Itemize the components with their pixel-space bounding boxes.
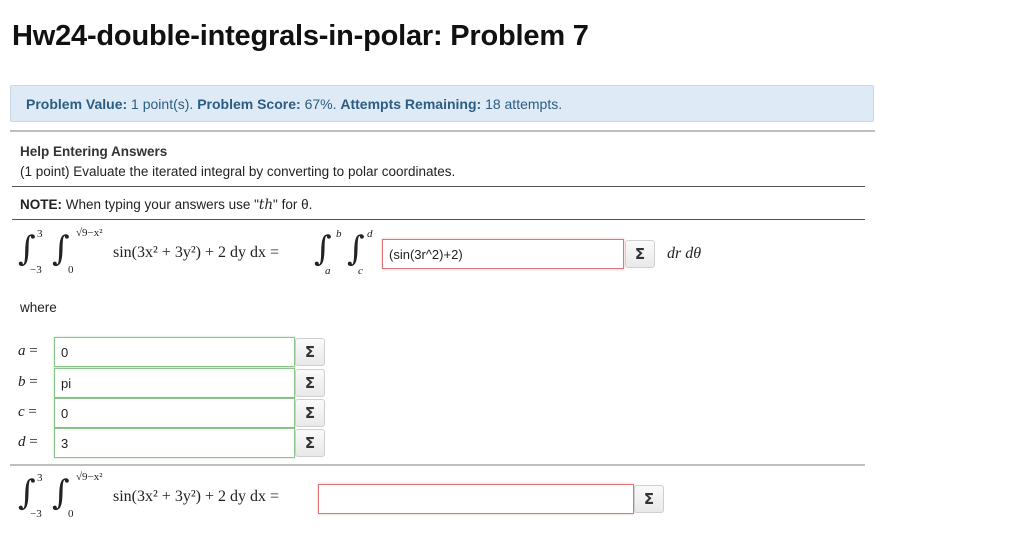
note-code: th <box>258 197 274 213</box>
problem-score-label: Problem Score: <box>197 96 301 112</box>
divider <box>12 219 865 220</box>
note-text: NOTE: When typing your answers use "th" … <box>20 197 312 213</box>
equation-editor-button[interactable]: Σ <box>295 399 325 427</box>
variable-name: d <box>18 434 26 450</box>
polar-differentials: dr dθ <box>667 245 702 262</box>
lower-limit-y: 0 <box>68 264 74 276</box>
lower-limit-x: −3 <box>30 508 42 520</box>
integral-sign: ∫ <box>52 473 70 513</box>
equals-sign: = <box>28 404 37 420</box>
equals-sign: = <box>29 374 38 390</box>
attempts-remaining: 18 attempts. <box>485 96 563 112</box>
integral-sign: ∫ <box>18 229 36 269</box>
where-label: where <box>20 300 57 315</box>
bound-row-a: a = Σ <box>18 337 338 367</box>
integral-sign: ∫ <box>18 473 36 513</box>
polar-upper-outer: b <box>336 228 342 240</box>
upper-limit-y: √9−x² <box>76 227 103 239</box>
equation-editor-button[interactable]: Σ <box>634 485 664 513</box>
help-entering-answers-link[interactable]: Help Entering Answers <box>20 144 167 159</box>
variable-name: c <box>18 404 25 420</box>
lower-limit-x: −3 <box>30 264 42 276</box>
note-label: NOTE: <box>20 197 62 212</box>
bound-c-input[interactable] <box>54 398 295 428</box>
equals-sign: = <box>29 434 38 450</box>
upper-limit-x: 3 <box>37 228 43 240</box>
final-answer-input[interactable] <box>318 484 634 514</box>
integrand: sin(3x² + 3y²) + 2 dy dx = <box>113 488 279 505</box>
divider <box>10 130 875 132</box>
bound-d-input[interactable] <box>54 428 295 458</box>
polar-lower-outer: a <box>325 265 331 277</box>
upper-limit-x: 3 <box>37 472 43 484</box>
bound-row-c: c = Σ <box>18 398 338 428</box>
equals-sign: = <box>29 343 38 359</box>
divider <box>12 186 865 187</box>
note-text-before: When typing your answers use " <box>65 197 259 212</box>
attempts-label: Attempts Remaining: <box>340 96 482 112</box>
variable-name: b <box>18 374 26 390</box>
problem-instruction: (1 point) Evaluate the iterated integral… <box>20 164 456 179</box>
polar-integrand-input[interactable] <box>382 239 624 269</box>
problem-value: 1 point(s). <box>131 96 194 112</box>
polar-upper-inner: d <box>367 228 373 240</box>
page-title: Hw24-double-integrals-in-polar: Problem … <box>12 20 589 52</box>
upper-limit-y: √9−x² <box>76 471 103 483</box>
bound-a-input[interactable] <box>54 337 295 367</box>
bound-row-d: d = Σ <box>18 428 338 458</box>
integral-sign: ∫ <box>347 229 365 269</box>
integral-equation: ∫ 3 −3 ∫ √9−x² 0 sin(3x² + 3y²) + 2 dy d… <box>0 222 900 282</box>
equation-editor-button[interactable]: Σ <box>295 338 325 366</box>
problem-score: 67%. <box>304 96 337 112</box>
polar-lower-inner: c <box>358 265 363 277</box>
equation-editor-button[interactable]: Σ <box>295 429 325 457</box>
integrand: sin(3x² + 3y²) + 2 dy dx = <box>113 244 279 261</box>
equation-editor-button[interactable]: Σ <box>625 240 655 268</box>
lower-limit-y: 0 <box>68 508 74 520</box>
problem-value-label: Problem Value: <box>26 96 128 112</box>
integral-sign: ∫ <box>314 229 332 269</box>
equation-editor-button[interactable]: Σ <box>295 369 325 397</box>
bound-row-b: b = Σ <box>18 368 338 398</box>
integral-sign: ∫ <box>52 229 70 269</box>
variable-name: a <box>18 343 26 359</box>
score-bar: Problem Value: 1 point(s). Problem Score… <box>10 85 874 122</box>
final-integral-equation: ∫ 3 −3 ∫ √9−x² 0 sin(3x² + 3y²) + 2 dy d… <box>0 466 900 526</box>
bound-b-input[interactable] <box>54 368 295 398</box>
note-text-after: " for θ. <box>273 197 313 212</box>
